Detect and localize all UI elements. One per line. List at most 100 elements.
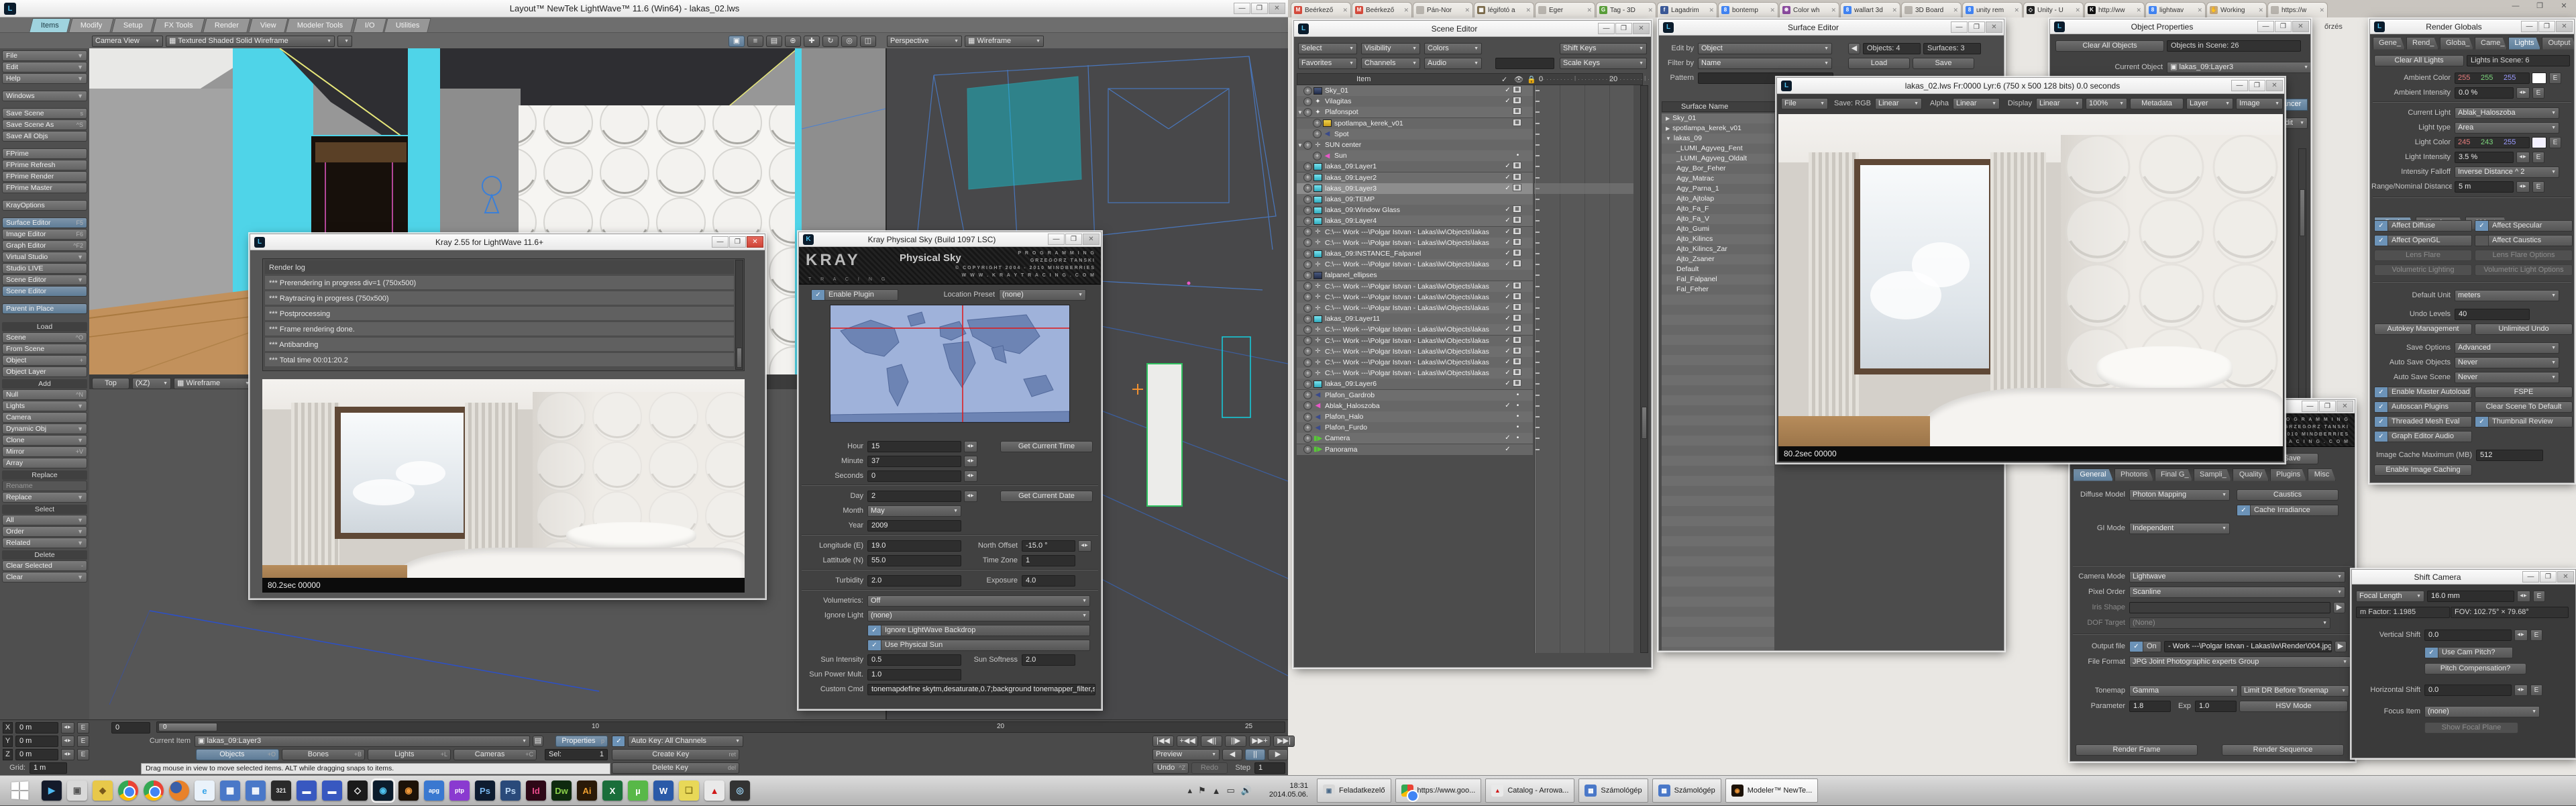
- text-field[interactable]: 2.0: [867, 575, 961, 587]
- button[interactable]: ||▶: [1225, 736, 1246, 747]
- button[interactable]: Lens Flare Options: [2475, 250, 2573, 261]
- tab-close-icon[interactable]: ✕: [1403, 7, 1409, 14]
- dropdown[interactable]: Off▼: [867, 595, 1090, 607]
- checkbox[interactable]: ✓Enable Master Autoload: [2374, 387, 2472, 398]
- active-check[interactable]: ✓: [1503, 249, 1513, 258]
- browser-tab[interactable]: 3D Board✕: [1901, 2, 1962, 17]
- floppy-icon[interactable]: ▬: [297, 780, 317, 801]
- visibility-cell[interactable]: ▦: [1513, 238, 1523, 248]
- scene-item-row[interactable]: +◀Plafon_Furdo•: [1297, 422, 1533, 433]
- scene-item-row[interactable]: +◀Spot: [1297, 129, 1533, 140]
- scene-item-row[interactable]: +lakas_09:Layer2✓▦: [1297, 172, 1533, 183]
- scene-item-row[interactable]: +✛C:\--- Work ---\Polgar Istvan - Lakas\…: [1297, 368, 1533, 379]
- screenshot-tool-icon[interactable]: ▣: [67, 780, 87, 801]
- active-check[interactable]: ✓: [1503, 205, 1513, 215]
- active-check[interactable]: ✓: [1503, 358, 1513, 367]
- expand-icon[interactable]: +: [1303, 413, 1312, 421]
- scene-item-row[interactable]: +lakas_09:Layer1✓▦: [1297, 161, 1533, 172]
- camera-app-icon[interactable]: ◎: [730, 780, 750, 801]
- visibility-cell[interactable]: •: [1513, 434, 1523, 443]
- media-classic-icon[interactable]: 321: [271, 780, 291, 801]
- surface-row[interactable]: [1662, 576, 1774, 587]
- calculator-icon[interactable]: ▦: [246, 780, 266, 801]
- browser-tab[interactable]: Khttp://ww✕: [2084, 2, 2145, 17]
- move-icon[interactable]: ⊕: [785, 36, 801, 47]
- visibility-cell[interactable]: ▦: [1513, 347, 1523, 356]
- sidebar-item-studio-live[interactable]: Studio LIVE: [2, 263, 87, 274]
- browser-tab[interactable]: ▦légifotó a✕: [1474, 2, 1534, 17]
- lock-cell[interactable]: [1523, 238, 1533, 248]
- tab-close-icon[interactable]: ✕: [2136, 7, 2141, 14]
- active-check[interactable]: ✓: [1503, 434, 1513, 443]
- scene-item-row[interactable]: +◀Plafon_Halo•: [1297, 411, 1533, 422]
- sidebar-item-image-editor[interactable]: Image EditorF6: [2, 229, 87, 240]
- expand-icon[interactable]: +: [1303, 336, 1312, 345]
- surface-row[interactable]: Ajto_Kilincs_Zar: [1662, 244, 1774, 254]
- mini-stepper[interactable]: ◀▶: [964, 456, 977, 467]
- expand-icon[interactable]: +: [1303, 380, 1312, 389]
- sidebar-item-clone[interactable]: Clone▼: [2, 435, 87, 446]
- dropdown[interactable]: Linear▼: [1953, 98, 2000, 109]
- rg-tab-gene[interactable]: Gene_: [2373, 37, 2405, 50]
- se-favorites[interactable]: Favorites▼: [1298, 58, 1357, 69]
- active-check[interactable]: ✓: [1503, 401, 1513, 411]
- visibility-cell[interactable]: ▦: [1513, 336, 1523, 346]
- lock-cell[interactable]: [1523, 270, 1533, 280]
- sidebar-item-camera[interactable]: Camera: [2, 412, 87, 423]
- lock-cell[interactable]: [1523, 249, 1533, 258]
- dropdown[interactable]: Image▼: [2236, 98, 2283, 109]
- tray-icon[interactable]: ▲: [1212, 786, 1221, 796]
- tab-close-icon[interactable]: ✕: [1587, 7, 1592, 14]
- button[interactable]: Enable Image Caching: [2374, 464, 2472, 476]
- button[interactable]: ▶▶+: [1249, 736, 1271, 747]
- dropdown[interactable]: File▼: [1781, 98, 1828, 109]
- sidebar-item-rename[interactable]: Rename: [2, 481, 87, 491]
- expand-icon[interactable]: +: [1303, 184, 1312, 193]
- sidebar-item-save-all-objs[interactable]: Save All Objs: [2, 131, 87, 142]
- lightwave-layout-icon[interactable]: ◉: [373, 780, 393, 801]
- surface-row[interactable]: [1662, 305, 1774, 315]
- minimize-button[interactable]: —: [712, 236, 729, 248]
- expand-icon[interactable]: +: [1303, 206, 1312, 215]
- firefox-icon[interactable]: [169, 780, 189, 801]
- tab-close-icon[interactable]: ✕: [2197, 7, 2202, 14]
- sidebar-item-clear-selected[interactable]: Clear Selected-: [2, 560, 87, 571]
- button[interactable]: ||: [1245, 749, 1265, 760]
- text-field[interactable]: 1: [1254, 762, 1285, 774]
- visibility-cell[interactable]: [1513, 270, 1523, 280]
- sidebar-item-scene[interactable]: Scene^O: [2, 332, 87, 343]
- sidebar-item-help[interactable]: Help▼: [2, 73, 87, 84]
- photoshop-icon[interactable]: Ps: [475, 780, 495, 801]
- shading-dropdown[interactable]: ▦ Wireframe▼: [965, 36, 1044, 47]
- lock-cell[interactable]: [1523, 293, 1533, 302]
- dropdown[interactable]: Advanced▼: [2455, 342, 2559, 354]
- lock-cell[interactable]: [1523, 358, 1533, 367]
- scene-item-row[interactable]: +▮▶Panorama✓: [1297, 444, 1533, 455]
- sidebar-item-array[interactable]: Array: [2, 458, 87, 468]
- lock-cell[interactable]: [1523, 173, 1533, 183]
- mini-stepper[interactable]: ◀▶: [61, 749, 74, 760]
- checkbox[interactable]: ✓Thumbnail Review: [2475, 416, 2573, 427]
- expand-icon[interactable]: +: [1303, 282, 1312, 291]
- button[interactable]: Unlimited Undo: [2475, 323, 2573, 335]
- tab-close-icon[interactable]: ✕: [1342, 7, 1348, 14]
- surface-row[interactable]: [1662, 425, 1774, 436]
- sidebar-item-object-layer[interactable]: Object Layer: [2, 366, 87, 377]
- chrome-icon[interactable]: [118, 780, 138, 801]
- scene-item-row[interactable]: +lakas_09:Window Glass✓▦: [1297, 205, 1533, 215]
- surface-row[interactable]: [1662, 375, 1774, 385]
- mini-stepper[interactable]: ◀▶: [2516, 87, 2530, 99]
- visibility-cell[interactable]: [1513, 445, 1523, 454]
- scene-scrollbar[interactable]: [1640, 85, 1648, 653]
- lock-cell[interactable]: [1523, 162, 1533, 171]
- expand-icon[interactable]: +: [1303, 445, 1312, 454]
- visibility-cell[interactable]: ▦: [1513, 368, 1523, 378]
- active-check[interactable]: [1503, 140, 1513, 150]
- dropdown[interactable]: Layer▼: [2186, 98, 2233, 109]
- expand-icon[interactable]: +: [1303, 228, 1312, 236]
- checkbox[interactable]: ✓Enable Plugin: [811, 289, 898, 301]
- button[interactable]: Create Keyret: [612, 749, 739, 760]
- surface-row[interactable]: [1662, 506, 1774, 516]
- text-field[interactable]: 0: [867, 470, 961, 482]
- ko-tab-general[interactable]: General: [2073, 468, 2113, 481]
